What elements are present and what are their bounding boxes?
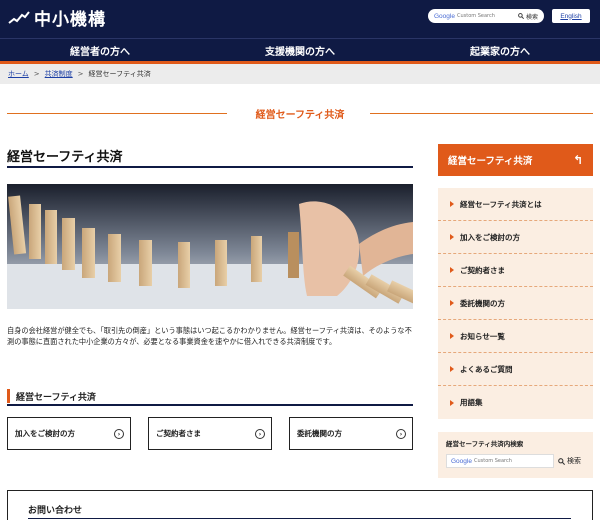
breadcrumb: ホーム > 共済制度 > 経営セーフティ共済 <box>0 64 600 84</box>
page-title: 経営セーフティ共済 <box>7 150 123 165</box>
search-input[interactable]: Custom Search <box>457 13 495 19</box>
section-title-bar: 経営セーフティ共済 <box>0 103 600 123</box>
sidebar-item-label: 委託機関の方 <box>460 298 505 308</box>
triangle-right-icon <box>450 267 454 273</box>
triangle-right-icon <box>450 333 454 339</box>
triangle-right-icon <box>450 201 454 207</box>
card-contract-holders[interactable]: ご契約者さま › <box>148 417 272 450</box>
gnav-item-managers[interactable]: 経営者の方へ <box>0 39 200 64</box>
subsection-title: 経営セーフティ共済 <box>7 389 96 403</box>
hero-image <box>7 184 413 309</box>
site-logo[interactable]: 中小機構 <box>8 5 106 30</box>
intro-text: 自身の会社経営が健全でも、「取引先の倒産」という事態はいつ起こるかわかりません。… <box>7 326 412 346</box>
logo-mark-icon <box>8 10 30 24</box>
triangle-right-icon <box>450 300 454 306</box>
card-label: ご契約者さま <box>156 429 201 438</box>
sidebar-item-glossary[interactable]: 用語集 <box>438 386 593 419</box>
arrow-right-circle-icon: › <box>114 429 124 439</box>
card-prospective-members[interactable]: 加入をご検討の方 › <box>7 417 131 450</box>
breadcrumb-separator: > <box>33 70 40 78</box>
sidebar-search: 経営セーフティ共済内検索 Google Custom Search 検索 <box>438 432 593 478</box>
contact-box: お問い合わせ <box>7 490 593 520</box>
logo-text: 中小機構 <box>34 10 106 30</box>
search-placeholder: Custom Search <box>473 458 512 464</box>
search-button[interactable]: 検索 <box>518 12 544 21</box>
search-brand: Google <box>451 457 472 465</box>
sidebar-item-prospective[interactable]: 加入をご検討の方 <box>438 221 593 254</box>
card-consignment-agencies[interactable]: 委託機関の方 › <box>289 417 413 450</box>
sidebar-item-label: 用語集 <box>460 398 483 407</box>
sidebar-item-overview[interactable]: 経営セーフティ共済とは <box>438 188 593 221</box>
header-search[interactable]: Google Custom Search 検索 <box>428 9 544 23</box>
search-brand: Google <box>434 12 455 20</box>
back-arrow-icon: ↰ <box>572 153 583 167</box>
gnav-item-entrepreneurs[interactable]: 起業家の方へ <box>400 39 600 64</box>
global-nav: 経営者の方へ 支援機関の方へ 起業家の方へ <box>0 38 600 64</box>
sidebar-item-news[interactable]: お知らせ一覧 <box>438 320 593 353</box>
gnav-item-support-orgs[interactable]: 支援機関の方へ <box>200 39 400 64</box>
arrow-right-circle-icon: › <box>255 429 265 439</box>
search-button-label: 検索 <box>525 13 538 21</box>
contact-title: お問い合わせ <box>28 506 83 516</box>
sidebar-search-label: 経営セーフティ共済内検索 <box>446 440 524 448</box>
sidebar-item-contract-holders[interactable]: ご契約者さま <box>438 254 593 287</box>
sidebar-item-faq[interactable]: よくあるご質問 <box>438 353 593 386</box>
sidebar-item-label: 加入をご検討の方 <box>460 232 520 242</box>
subsection-title-rule <box>7 404 413 406</box>
site-header: 中小機構 Google Custom Search 検索 English <box>0 0 600 38</box>
breadcrumb-home[interactable]: ホーム <box>8 69 29 79</box>
contact-title-rule <box>28 518 571 519</box>
breadcrumb-separator: > <box>77 70 84 78</box>
section-title-line-left <box>7 113 227 114</box>
arrow-right-circle-icon: › <box>396 429 406 439</box>
card-label: 委託機関の方 <box>297 429 342 438</box>
search-button-label: 検索 <box>567 457 581 465</box>
english-link[interactable]: English <box>552 9 590 23</box>
sidebar-search-button[interactable]: 検索 <box>558 456 581 466</box>
search-icon <box>518 13 524 19</box>
section-title: 経営セーフティ共済 <box>243 105 357 121</box>
sidebar-heading[interactable]: 経営セーフティ共済 ↰ <box>438 144 593 176</box>
section-title-line-right <box>370 113 593 114</box>
triangle-right-icon <box>450 399 454 406</box>
sidebar-item-label: よくあるご質問 <box>460 364 513 374</box>
sidebar-item-label: ご契約者さま <box>460 265 505 275</box>
sidebar-item-agencies[interactable]: 委託機関の方 <box>438 287 593 320</box>
sidebar-item-label: お知らせ一覧 <box>460 331 505 341</box>
sidebar-menu: 経営セーフティ共済とは 加入をご検討の方 ご契約者さま 委託機関の方 お知らせ一… <box>438 188 593 419</box>
breadcrumb-mutual-aid[interactable]: 共済制度 <box>45 69 73 79</box>
breadcrumb-current: 経営セーフティ共済 <box>88 70 151 78</box>
sidebar-search-input[interactable]: Google Custom Search <box>446 454 554 468</box>
search-icon <box>558 457 565 465</box>
triangle-right-icon <box>450 234 454 240</box>
triangle-right-icon <box>450 366 454 372</box>
sidebar-heading-label: 経営セーフティ共済 <box>448 156 533 167</box>
sidebar-item-label: 経営セーフティ共済とは <box>460 199 542 209</box>
audience-cards: 加入をご検討の方 › ご契約者さま › 委託機関の方 › <box>7 417 413 450</box>
card-label: 加入をご検討の方 <box>15 429 75 438</box>
page-title-rule <box>7 166 413 168</box>
